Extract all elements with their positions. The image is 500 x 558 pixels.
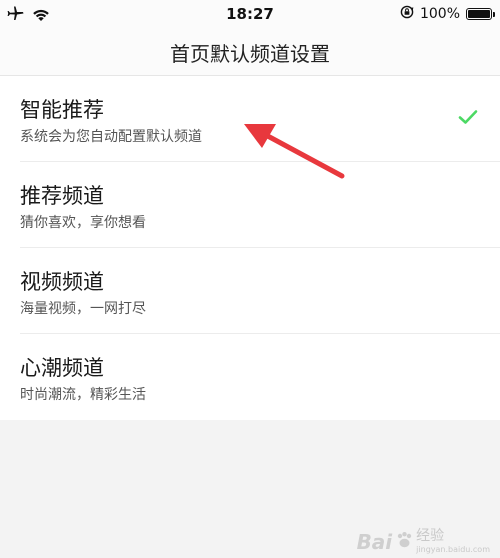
channel-title: 心潮频道 [20,356,104,380]
channel-title: 视频频道 [20,270,104,294]
paw-icon [394,530,414,554]
watermark-url: jingyan.baidu.com [416,545,490,554]
battery-percent: 100% [419,6,460,22]
watermark-logo: Bai [356,530,393,554]
watermark: Bai 经验 jingyan.baidu.com [357,525,490,554]
battery-icon [466,8,495,20]
status-bar: 18:27 100% [0,0,500,28]
checkmark-icon [458,109,478,129]
header: 首页默认频道设置 [0,28,500,76]
page-title: 首页默认频道设置 [170,42,330,66]
channel-title: 推荐频道 [20,184,104,208]
channel-subtitle: 系统会为您自动配置默认频道 [20,129,202,145]
channel-item-smart-recommend[interactable]: 智能推荐 系统会为您自动配置默认频道 [0,76,500,162]
channel-item-recommend[interactable]: 推荐频道 猜你喜欢，享你想看 [0,162,500,248]
channel-list: 智能推荐 系统会为您自动配置默认频道 推荐频道 猜你喜欢，享你想看 视频频道 海… [0,76,500,420]
watermark-name: 经验 [416,528,445,544]
channel-title: 智能推荐 [20,98,104,122]
status-right: 100% [400,5,495,23]
channel-subtitle: 猜你喜欢，享你想看 [20,215,146,231]
channel-item-video[interactable]: 视频频道 海量视频，一网打尽 [0,248,500,334]
channel-subtitle: 时尚潮流，精彩生活 [20,387,146,403]
watermark-text: 经验 jingyan.baidu.com [416,525,490,554]
battery-level [468,10,490,18]
channel-subtitle: 海量视频，一网打尽 [20,301,146,317]
channel-item-xinchao[interactable]: 心潮频道 时尚潮流，精彩生活 [0,334,500,420]
orientation-lock-icon [400,5,414,23]
